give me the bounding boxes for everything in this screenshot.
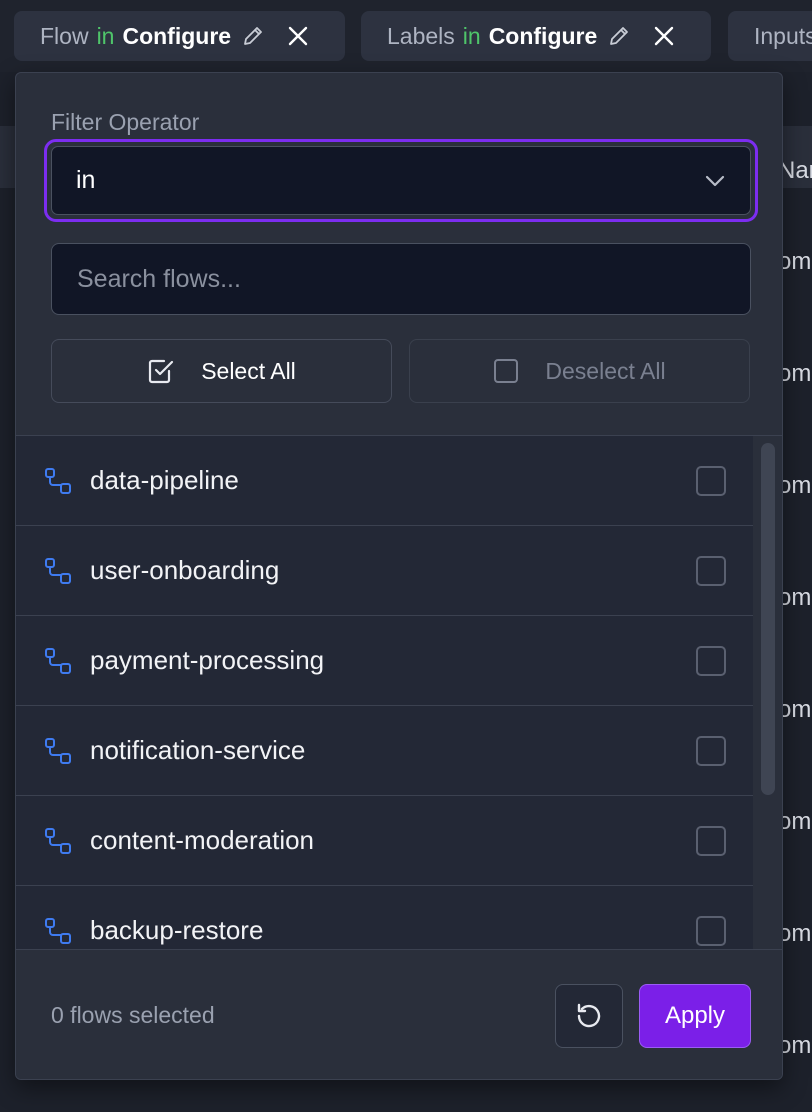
table-cell: om	[778, 1032, 812, 1059]
table-header-cell: Nan	[778, 157, 812, 184]
table-cell: om	[778, 360, 812, 387]
flow-icon	[45, 558, 71, 584]
operator-select-value: in	[76, 166, 96, 194]
flow-list-item[interactable]: backup-restore	[16, 886, 753, 949]
table-cell: om	[778, 584, 812, 611]
table-cell: om	[778, 808, 812, 835]
operator-select-focus-ring: in	[44, 139, 758, 222]
flow-checkbox[interactable]	[696, 735, 726, 766]
table-cell: om	[778, 248, 812, 275]
flow-icon	[45, 468, 71, 494]
flow-icon	[45, 918, 71, 944]
dropdown-footer: 0 flows selected Apply	[16, 949, 782, 1079]
reset-icon	[577, 1003, 601, 1028]
chip-field: Labels	[387, 22, 455, 49]
select-all-label: Select All	[201, 357, 296, 384]
flow-icon	[45, 648, 71, 674]
edit-pencil-icon[interactable]	[607, 24, 631, 48]
edit-pencil-icon[interactable]	[241, 24, 265, 48]
filter-chip-flow[interactable]: Flow in Configure	[14, 11, 345, 61]
checkbox-checked-icon	[149, 359, 174, 384]
flow-list-scrollbar[interactable]	[761, 443, 775, 795]
chip-value: Configure	[488, 22, 598, 49]
flow-name: content-moderation	[90, 825, 315, 855]
flow-filter-dropdown: Filter Operator in Select All Deselect A…	[15, 72, 783, 1080]
flow-checkbox[interactable]	[696, 645, 726, 676]
chip-operator: in	[462, 22, 481, 49]
reset-button[interactable]	[555, 984, 623, 1048]
chip-field: Inputs	[754, 22, 812, 49]
flow-list-item[interactable]: payment-processing	[16, 616, 753, 706]
flow-icon	[45, 738, 71, 764]
chip-value: Configure	[122, 22, 232, 49]
flow-name: payment-processing	[90, 645, 325, 675]
table-cell: om	[778, 472, 812, 499]
filter-chip-labels[interactable]: Labels in Configure	[361, 11, 711, 61]
search-flows-input[interactable]	[51, 243, 751, 315]
flow-name: user-onboarding	[90, 555, 280, 585]
checkbox-empty-icon	[494, 359, 519, 383]
filter-chip-inputs[interactable]: Inputs	[728, 11, 812, 61]
flow-list-item[interactable]: data-pipeline	[16, 436, 753, 526]
deselect-all-label: Deselect All	[545, 357, 666, 384]
flow-icon	[45, 828, 71, 854]
flow-name: notification-service	[90, 735, 306, 765]
operator-select[interactable]: in	[51, 146, 751, 215]
flow-list-item[interactable]: user-onboarding	[16, 526, 753, 616]
close-icon[interactable]	[287, 25, 309, 47]
flow-checkbox[interactable]	[696, 555, 726, 586]
flow-checkbox[interactable]	[696, 915, 726, 946]
chip-operator: in	[96, 22, 115, 49]
deselect-all-button[interactable]: Deselect All	[409, 339, 750, 403]
table-cell: om	[778, 920, 812, 947]
chip-field: Flow	[40, 22, 89, 49]
flow-list-item[interactable]: notification-service	[16, 706, 753, 796]
chevron-down-icon	[705, 175, 725, 186]
flow-checkbox[interactable]	[696, 465, 726, 496]
apply-button[interactable]: Apply	[639, 984, 751, 1048]
flow-name: data-pipeline	[90, 465, 239, 495]
filter-chips-bar: Flow in Configure Labels in Configure In…	[0, 0, 812, 72]
close-icon[interactable]	[653, 25, 675, 47]
flow-checkbox[interactable]	[696, 825, 726, 856]
table-cell: om	[778, 696, 812, 723]
filter-operator-label: Filter Operator	[51, 109, 200, 135]
flow-name: backup-restore	[90, 915, 264, 945]
flow-list: data-pipeline user-onboarding payment-pr…	[16, 436, 753, 949]
selected-count: 0 flows selected	[51, 1002, 215, 1028]
flow-list-item[interactable]: content-moderation	[16, 796, 753, 886]
select-all-button[interactable]: Select All	[51, 339, 392, 403]
